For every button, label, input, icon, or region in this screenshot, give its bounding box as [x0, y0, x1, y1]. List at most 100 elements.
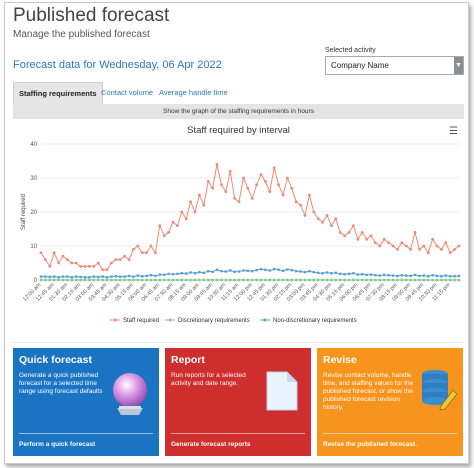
- data-point: [426, 278, 430, 282]
- data-point: [272, 278, 276, 282]
- forecast-date: Forecast data for Wednesday, 06 Apr 2022: [13, 59, 222, 71]
- data-point: [316, 278, 320, 282]
- data-point: [255, 183, 258, 187]
- data-point: [70, 261, 74, 265]
- data-point: [114, 275, 117, 278]
- data-point: [259, 173, 263, 176]
- data-point: [308, 278, 311, 282]
- data-point: [330, 272, 333, 275]
- y-tick-label: 10: [30, 244, 37, 250]
- report-card[interactable]: Report Run reports for a selected activi…: [165, 348, 311, 456]
- data-point: [343, 234, 346, 238]
- legend-marker: [168, 318, 172, 322]
- revise-title: Revise: [323, 354, 357, 366]
- data-point: [149, 278, 153, 282]
- data-point: [264, 278, 267, 282]
- data-point: [154, 251, 157, 255]
- data-point: [96, 261, 100, 265]
- data-point: [145, 274, 148, 278]
- tab-bar: Staffing requirements Contact volume Ave…: [13, 82, 464, 105]
- data-point: [422, 274, 425, 277]
- data-point: [79, 278, 82, 282]
- data-point: [396, 248, 399, 251]
- data-point: [352, 224, 355, 227]
- data-point: [75, 275, 78, 278]
- data-point: [440, 248, 443, 251]
- data-point: [356, 273, 359, 276]
- data-point: [162, 278, 166, 282]
- data-point: [189, 278, 193, 282]
- data-point: [105, 278, 109, 282]
- data-point: [48, 265, 52, 268]
- quick-forecast-card[interactable]: Quick forecast Generate a quick publishe…: [13, 348, 159, 456]
- data-point: [264, 268, 267, 271]
- activity-selected-value: Company Name: [331, 61, 389, 70]
- data-point: [321, 278, 324, 282]
- data-point: [404, 278, 408, 282]
- legend-marker: [113, 318, 117, 322]
- data-point: [391, 244, 395, 248]
- data-point: [294, 200, 298, 204]
- chart-title: Staff required by interval: [187, 125, 290, 136]
- data-point: [88, 265, 91, 268]
- tab-average-handle-time[interactable]: Average handle time: [154, 82, 233, 103]
- page-subtitle: Manage the published forecast: [13, 29, 150, 40]
- data-point: [171, 273, 175, 276]
- revise-card[interactable]: Revise Revise contact volume, handle tim…: [317, 348, 463, 456]
- data-point: [418, 278, 421, 282]
- revise-published-forecast-link[interactable]: Revise the published forecast.: [323, 441, 417, 448]
- data-point: [396, 274, 399, 278]
- data-point: [52, 251, 56, 255]
- data-point: [448, 251, 452, 255]
- data-point: [158, 273, 161, 276]
- data-point: [224, 190, 228, 193]
- data-point: [123, 275, 126, 278]
- data-point: [391, 274, 395, 277]
- perform-quick-forecast-link[interactable]: Perform a quick forecast: [19, 441, 95, 448]
- graph-description: Show the graph of the staffing requireme…: [13, 104, 464, 119]
- chart-legend: Staff required Discretionary requirements…: [110, 318, 357, 324]
- data-point: [176, 278, 179, 282]
- legend-item[interactable]: Staff required: [123, 318, 159, 324]
- generate-forecast-reports-link[interactable]: Generate forecast reports: [171, 441, 250, 448]
- data-point: [97, 275, 100, 279]
- revise-desc: Revise contact volume, handle time, and …: [323, 372, 414, 411]
- activity-select[interactable]: Company Name ▼: [325, 56, 464, 75]
- data-point: [127, 274, 131, 278]
- data-point: [145, 251, 149, 255]
- data-point: [330, 224, 333, 227]
- data-point: [321, 220, 324, 224]
- data-point: [246, 186, 250, 190]
- tab-contact-volume[interactable]: Contact volume: [96, 82, 158, 103]
- legend-item[interactable]: Discretionary requirements: [178, 318, 250, 324]
- data-point: [88, 278, 91, 282]
- data-point: [435, 278, 439, 282]
- data-point: [334, 271, 337, 275]
- data-point: [440, 278, 443, 282]
- legend-item[interactable]: Non-discretionary requirements: [273, 318, 357, 324]
- chart-grid: [41, 143, 459, 281]
- data-point: [110, 275, 113, 278]
- data-point: [281, 193, 285, 197]
- tab-staffing-requirements[interactable]: Staffing requirements: [13, 82, 103, 104]
- data-point: [79, 275, 82, 279]
- data-point: [418, 248, 421, 251]
- data-point: [228, 169, 232, 173]
- database-edit-icon: [422, 370, 458, 411]
- data-point: [453, 275, 456, 278]
- data-point: [290, 186, 294, 190]
- hamburger-icon[interactable]: ☰: [449, 126, 458, 137]
- document-icon: [266, 371, 298, 411]
- data-point: [189, 271, 192, 274]
- data-point: [101, 278, 104, 282]
- data-point: [185, 272, 188, 275]
- data-point: [224, 270, 227, 273]
- series-1: [39, 278, 461, 282]
- data-point: [202, 278, 206, 282]
- data-point: [237, 200, 241, 204]
- data-point: [303, 214, 307, 217]
- data-point: [339, 272, 342, 276]
- y-axis-ticks: 010203040: [30, 142, 37, 284]
- data-point: [44, 258, 47, 261]
- chevron-down-icon[interactable]: ▼: [454, 57, 463, 74]
